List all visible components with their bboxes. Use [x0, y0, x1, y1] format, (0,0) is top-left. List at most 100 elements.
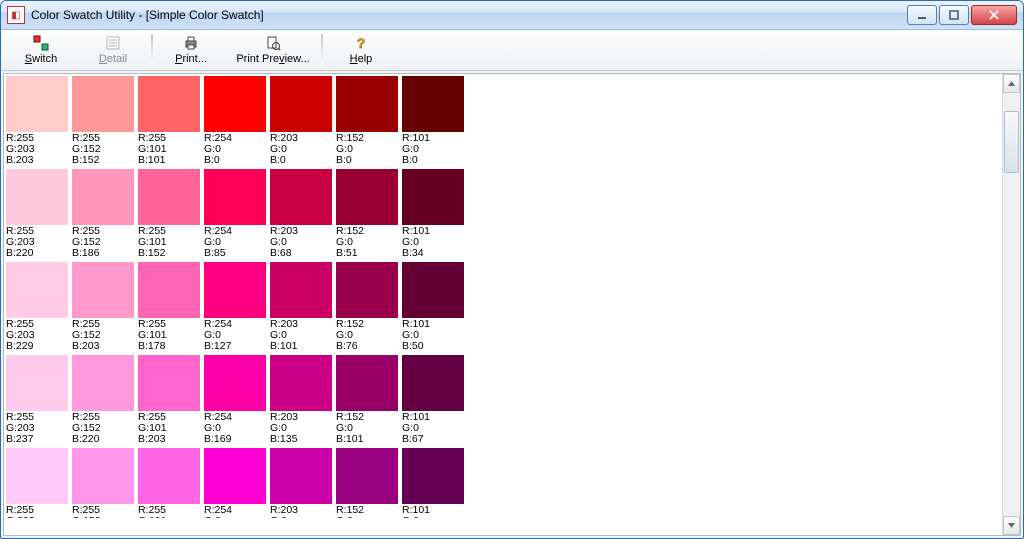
swatch-rgb-label: R:101 G:0 B:67	[402, 411, 464, 446]
swatch-color	[336, 448, 398, 504]
detail-button[interactable]: Detail	[77, 30, 149, 70]
swatch-color	[270, 448, 332, 504]
swatch-cell[interactable]: R:255 G:101 B:203	[138, 355, 200, 446]
swatch-cell[interactable]: R:101 G:0 B:50	[402, 262, 464, 353]
swatch-cell[interactable]: R:101 G:0 B:0	[402, 76, 464, 167]
swatch-cell[interactable]: R:152 G:0 B:76	[336, 262, 398, 353]
swatch-cell[interactable]: R:255 G:101	[138, 448, 200, 518]
swatch-rgb-label: R:101 G:0 B:50	[402, 318, 464, 353]
swatch-rgb-label: R:152 G:0 B:76	[336, 318, 398, 353]
swatch-cell[interactable]: R:203 G:0 B:0	[270, 76, 332, 167]
detail-label: Detail	[99, 53, 127, 65]
switch-icon	[33, 35, 49, 51]
swatch-cell[interactable]: R:254 G:0 B:169	[204, 355, 266, 446]
swatch-cell[interactable]: R:255 G:203 B:237	[6, 355, 68, 446]
swatch-color	[138, 169, 200, 225]
swatch-color	[72, 169, 134, 225]
swatch-cell[interactable]: R:152 G:0 B:0	[336, 76, 398, 167]
swatch-color	[6, 76, 68, 132]
swatch-cell[interactable]: R:255 G:203 B:203	[6, 76, 68, 167]
swatch-cell[interactable]: R:101 G:0 B:67	[402, 355, 464, 446]
swatch-color	[6, 355, 68, 411]
swatch-color	[270, 169, 332, 225]
swatch-rgb-label: R:254 G:0 B:0	[204, 132, 266, 167]
swatch-cell[interactable]: R:101 G:0 B:34	[402, 169, 464, 260]
swatch-color	[402, 169, 464, 225]
swatch-cell[interactable]: R:254 G:0	[204, 448, 266, 518]
scroll-thumb[interactable]	[1004, 111, 1019, 173]
swatch-color	[72, 76, 134, 132]
swatch-color	[336, 355, 398, 411]
swatch-cell[interactable]: R:255 G:152 B:220	[72, 355, 134, 446]
maximize-button[interactable]	[939, 5, 969, 25]
swatch-cell[interactable]: R:255 G:203 B:229	[6, 262, 68, 353]
scroll-track[interactable]	[1003, 93, 1020, 516]
swatch-cell[interactable]: R:255 G:203	[6, 448, 68, 518]
toolbar-separator	[321, 34, 323, 66]
swatch-color	[402, 262, 464, 318]
swatch-cell[interactable]: R:255 G:101 B:178	[138, 262, 200, 353]
help-button[interactable]: ? Help	[325, 30, 397, 70]
scroll-down-button[interactable]	[1003, 516, 1020, 535]
swatch-rgb-label: R:255 G:101 B:152	[138, 225, 200, 260]
swatch-cell[interactable]: R:203 G:0 B:135	[270, 355, 332, 446]
swatch-cell[interactable]: R:203 G:0 B:68	[270, 169, 332, 260]
swatch-color	[6, 448, 68, 504]
swatch-cell[interactable]: R:255 G:152	[72, 448, 134, 518]
swatch-cell[interactable]: R:203 G:0 B:101	[270, 262, 332, 353]
swatch-color	[72, 355, 134, 411]
print-preview-button[interactable]: Print Preview...	[227, 30, 319, 70]
swatch-rgb-label: R:254 G:0	[204, 504, 266, 518]
swatch-cell[interactable]: R:152 G:0 B:101	[336, 355, 398, 446]
swatch-cell[interactable]: R:255 G:101 B:101	[138, 76, 200, 167]
swatch-cell[interactable]: R:255 G:152 B:152	[72, 76, 134, 167]
swatch-cell[interactable]: R:152 G:0 B:51	[336, 169, 398, 260]
swatch-color	[72, 448, 134, 504]
swatch-cell[interactable]: R:255 G:152 B:203	[72, 262, 134, 353]
swatch-color	[336, 169, 398, 225]
swatch-color	[72, 262, 134, 318]
vertical-scrollbar[interactable]	[1002, 74, 1020, 535]
swatch-color	[204, 355, 266, 411]
print-button[interactable]: Print...	[155, 30, 227, 70]
swatch-color	[138, 448, 200, 504]
swatch-rgb-label: R:255 G:203 B:237	[6, 411, 68, 446]
client-area: R:255 G:203 B:203R:255 G:152 B:152R:255 …	[3, 73, 1021, 536]
swatch-cell[interactable]: R:101 G:0	[402, 448, 464, 518]
svg-text:?: ?	[357, 35, 366, 51]
help-label: Help	[350, 53, 373, 65]
swatch-cell[interactable]: R:255 G:101 B:152	[138, 169, 200, 260]
swatch-rgb-label: R:255 G:203	[6, 504, 68, 518]
swatch-cell[interactable]: R:254 G:0 B:85	[204, 169, 266, 260]
swatch-rgb-label: R:152 G:0 B:0	[336, 132, 398, 167]
swatch-cell[interactable]: R:255 G:203 B:220	[6, 169, 68, 260]
swatch-color	[402, 448, 464, 504]
swatch-cell[interactable]: R:255 G:152 B:186	[72, 169, 134, 260]
swatch-row: R:255 G:203 B:220R:255 G:152 B:186R:255 …	[6, 169, 1002, 262]
swatch-rgb-label: R:255 G:101 B:203	[138, 411, 200, 446]
swatch-rgb-label: R:255 G:101	[138, 504, 200, 518]
swatch-cell[interactable]: R:152 G:0	[336, 448, 398, 518]
swatch-rgb-label: R:152 G:0 B:51	[336, 225, 398, 260]
swatch-row: R:255 G:203 B:237R:255 G:152 B:220R:255 …	[6, 355, 1002, 448]
swatch-color	[336, 262, 398, 318]
help-icon: ?	[353, 35, 369, 51]
swatch-cell[interactable]: R:203 G:0	[270, 448, 332, 518]
swatch-rgb-label: R:203 G:0	[270, 504, 332, 518]
window-controls	[907, 5, 1017, 25]
swatch-rgb-label: R:255 G:203 B:229	[6, 318, 68, 353]
swatch-rgb-label: R:101 G:0	[402, 504, 464, 518]
swatch-cell[interactable]: R:254 G:0 B:0	[204, 76, 266, 167]
minimize-button[interactable]	[907, 5, 937, 25]
swatch-color	[138, 355, 200, 411]
titlebar[interactable]: ◧ Color Swatch Utility - [Simple Color S…	[1, 1, 1023, 30]
swatch-cell[interactable]: R:254 G:0 B:127	[204, 262, 266, 353]
swatch-color	[402, 355, 464, 411]
swatch-color	[336, 76, 398, 132]
swatch-rgb-label: R:101 G:0 B:34	[402, 225, 464, 260]
close-button[interactable]	[971, 5, 1017, 25]
swatch-rgb-label: R:255 G:152 B:152	[72, 132, 134, 167]
scroll-up-button[interactable]	[1003, 74, 1020, 93]
switch-button[interactable]: Switch	[5, 30, 77, 70]
swatch-row: R:255 G:203 R:255 G:152 R:255 G:101 R:254 G…	[6, 448, 1002, 520]
